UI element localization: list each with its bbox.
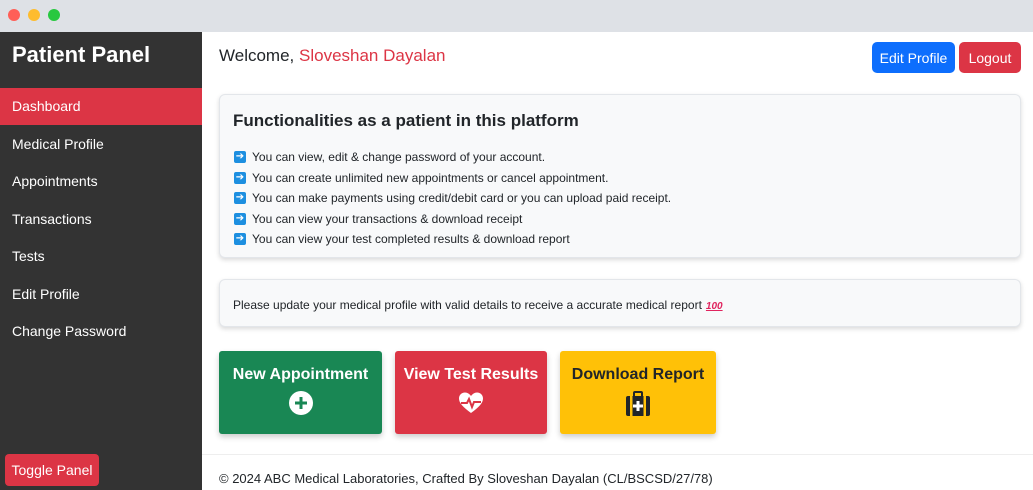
right-arrow-icon: ➔ bbox=[234, 171, 246, 184]
view-test-results-button[interactable]: View Test Results bbox=[395, 351, 547, 434]
welcome-message: Welcome, Sloveshan Dayalan bbox=[219, 46, 445, 66]
close-window-button[interactable] bbox=[8, 9, 20, 21]
functionalities-list: ➔ You can view, edit & change password of… bbox=[234, 147, 671, 250]
sidebar-item-change-password[interactable]: Change Password bbox=[0, 313, 202, 350]
new-appointment-button[interactable]: New Appointment bbox=[219, 351, 382, 434]
user-name: Sloveshan Dayalan bbox=[299, 46, 446, 65]
maximize-window-button[interactable] bbox=[48, 9, 60, 21]
footer-text: © 2024 ABC Medical Laboratories, Crafted… bbox=[219, 471, 713, 486]
right-arrow-icon: ➔ bbox=[234, 233, 246, 246]
sidebar-item-transactions[interactable]: Transactions bbox=[0, 201, 202, 238]
sidebar-item-edit-profile[interactable]: Edit Profile bbox=[0, 276, 202, 313]
download-report-label: Download Report bbox=[571, 366, 705, 383]
welcome-prefix: Welcome, bbox=[219, 46, 295, 65]
functionalities-card: Functionalities as a patient in this pla… bbox=[219, 94, 1021, 258]
sidebar-item-appointments[interactable]: Appointments bbox=[0, 163, 202, 200]
minimize-window-button[interactable] bbox=[28, 9, 40, 21]
list-item: ➔ You can view, edit & change password of… bbox=[234, 150, 546, 165]
view-test-results-label: View Test Results bbox=[403, 366, 539, 383]
window-titlebar bbox=[0, 0, 1033, 32]
notice-text-row: Please update your medical profile with … bbox=[233, 298, 723, 312]
list-item: ➔ You can create unlimited new appointmen… bbox=[234, 170, 609, 185]
sidebar-item-dashboard[interactable]: Dashboard bbox=[0, 88, 202, 125]
footer: © 2024 ABC Medical Laboratories, Crafted… bbox=[202, 454, 1033, 490]
hundred-points-icon: 100 bbox=[705, 301, 723, 312]
logout-button[interactable]: Logout bbox=[959, 42, 1021, 73]
list-item: ➔ You can view your test completed result… bbox=[234, 232, 570, 247]
download-report-button[interactable]: Download Report bbox=[560, 351, 716, 434]
toggle-panel-button[interactable]: Toggle Panel bbox=[5, 454, 99, 486]
functionalities-title: Functionalities as a patient in this pla… bbox=[233, 111, 579, 130]
list-item: ➔ You can view your transactions & downlo… bbox=[234, 211, 523, 226]
sidebar: Patient Panel Dashboard Medical Profile … bbox=[0, 32, 202, 490]
list-item: ➔ You can make payments using credit/debi… bbox=[234, 191, 672, 206]
sidebar-item-tests[interactable]: Tests bbox=[0, 238, 202, 275]
right-arrow-icon: ➔ bbox=[234, 151, 246, 164]
right-arrow-icon: ➔ bbox=[234, 192, 246, 205]
notice-text: Please update your medical profile with … bbox=[233, 298, 702, 312]
plus-circle-icon bbox=[288, 391, 313, 415]
medical-profile-notice: Please update your medical profile with … bbox=[219, 279, 1021, 327]
edit-profile-button[interactable]: Edit Profile bbox=[872, 42, 955, 73]
heart-pulse-icon bbox=[459, 392, 483, 413]
sidebar-title: Patient Panel bbox=[12, 42, 151, 67]
sidebar-item-medical-profile[interactable]: Medical Profile bbox=[0, 126, 202, 163]
new-appointment-label: New Appointment bbox=[232, 366, 369, 383]
right-arrow-icon: ➔ bbox=[234, 212, 246, 225]
medical-kit-icon bbox=[626, 391, 650, 416]
